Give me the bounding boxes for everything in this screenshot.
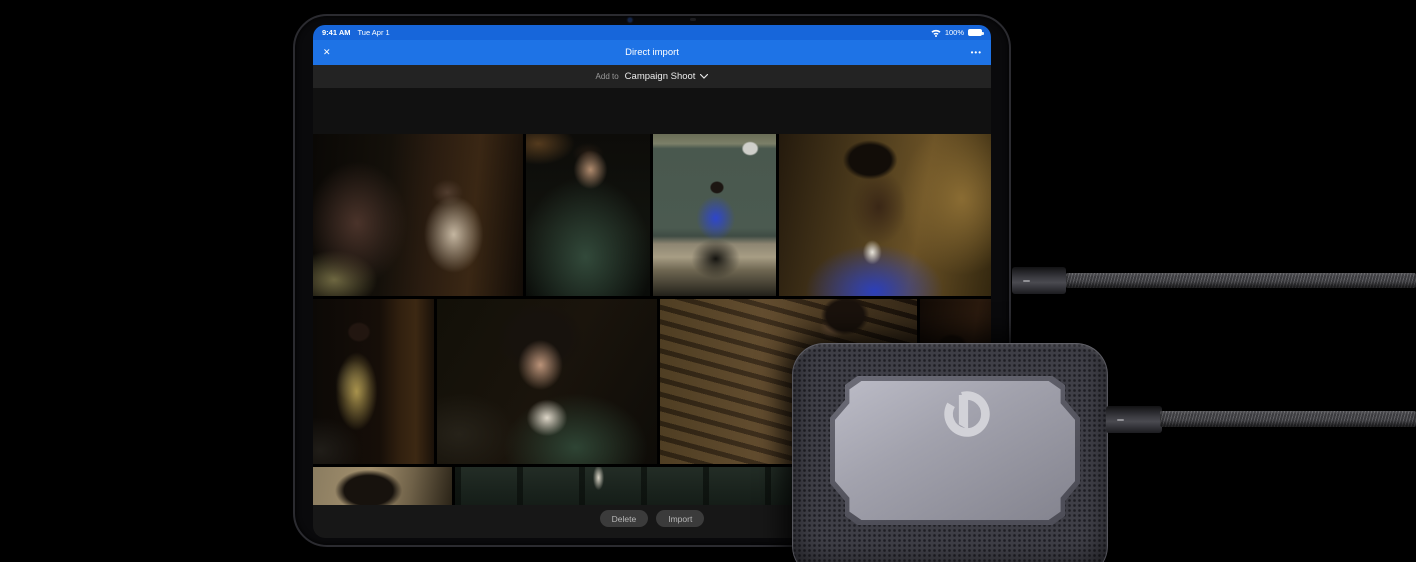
photo-thumbnail[interactable] [313,134,523,296]
photo-thumbnail[interactable] [455,467,805,505]
status-bar: 9:41 AM Tue Apr 1 100% [313,25,991,40]
photo-thumbnail[interactable] [313,299,434,464]
g-drive-logo-icon [944,391,990,437]
close-button[interactable]: ✕ [323,47,331,58]
wifi-icon [931,29,941,37]
photo-thumbnail[interactable] [313,467,452,505]
connector-logo-mark [1023,279,1030,282]
front-camera-icon [628,18,632,22]
source-list: External 17.6 MB – 11 All Photos 11 [313,88,991,199]
external-ssd-drive [792,343,1108,562]
connector-logo-mark [1117,418,1124,421]
photo-thumbnail[interactable] [779,134,991,296]
delete-button[interactable]: Delete [599,510,649,527]
more-options-button[interactable]: ••• [971,48,982,57]
album-selector[interactable]: Campaign Shoot [625,71,709,82]
status-date: Tue Apr 1 [357,28,390,37]
status-time: 9:41 AM [322,28,351,37]
add-to-bar: Add to Campaign Shoot [313,65,991,88]
page-title: Direct import [625,47,679,58]
microphone-slot [690,18,696,21]
usb-c-connector-drive [1106,406,1162,433]
battery-full-icon [968,29,984,36]
scene: 9:41 AM Tue Apr 1 100% ✕ Direct import •… [0,0,1416,562]
add-to-label: Add to [595,72,619,81]
photo-thumbnail[interactable] [437,299,657,464]
braided-cable-top [1066,273,1416,288]
photo-thumbnail[interactable] [653,134,776,296]
photo-thumbnail[interactable] [526,134,650,296]
usb-c-connector-ipad [1012,267,1066,294]
chevron-down-icon [700,74,709,79]
album-name: Campaign Shoot [624,71,696,82]
braided-cable-bottom [1160,411,1416,427]
battery-percent: 100% [944,28,964,37]
import-button[interactable]: Import [656,510,705,527]
app-header: ✕ Direct import ••• [313,40,991,65]
